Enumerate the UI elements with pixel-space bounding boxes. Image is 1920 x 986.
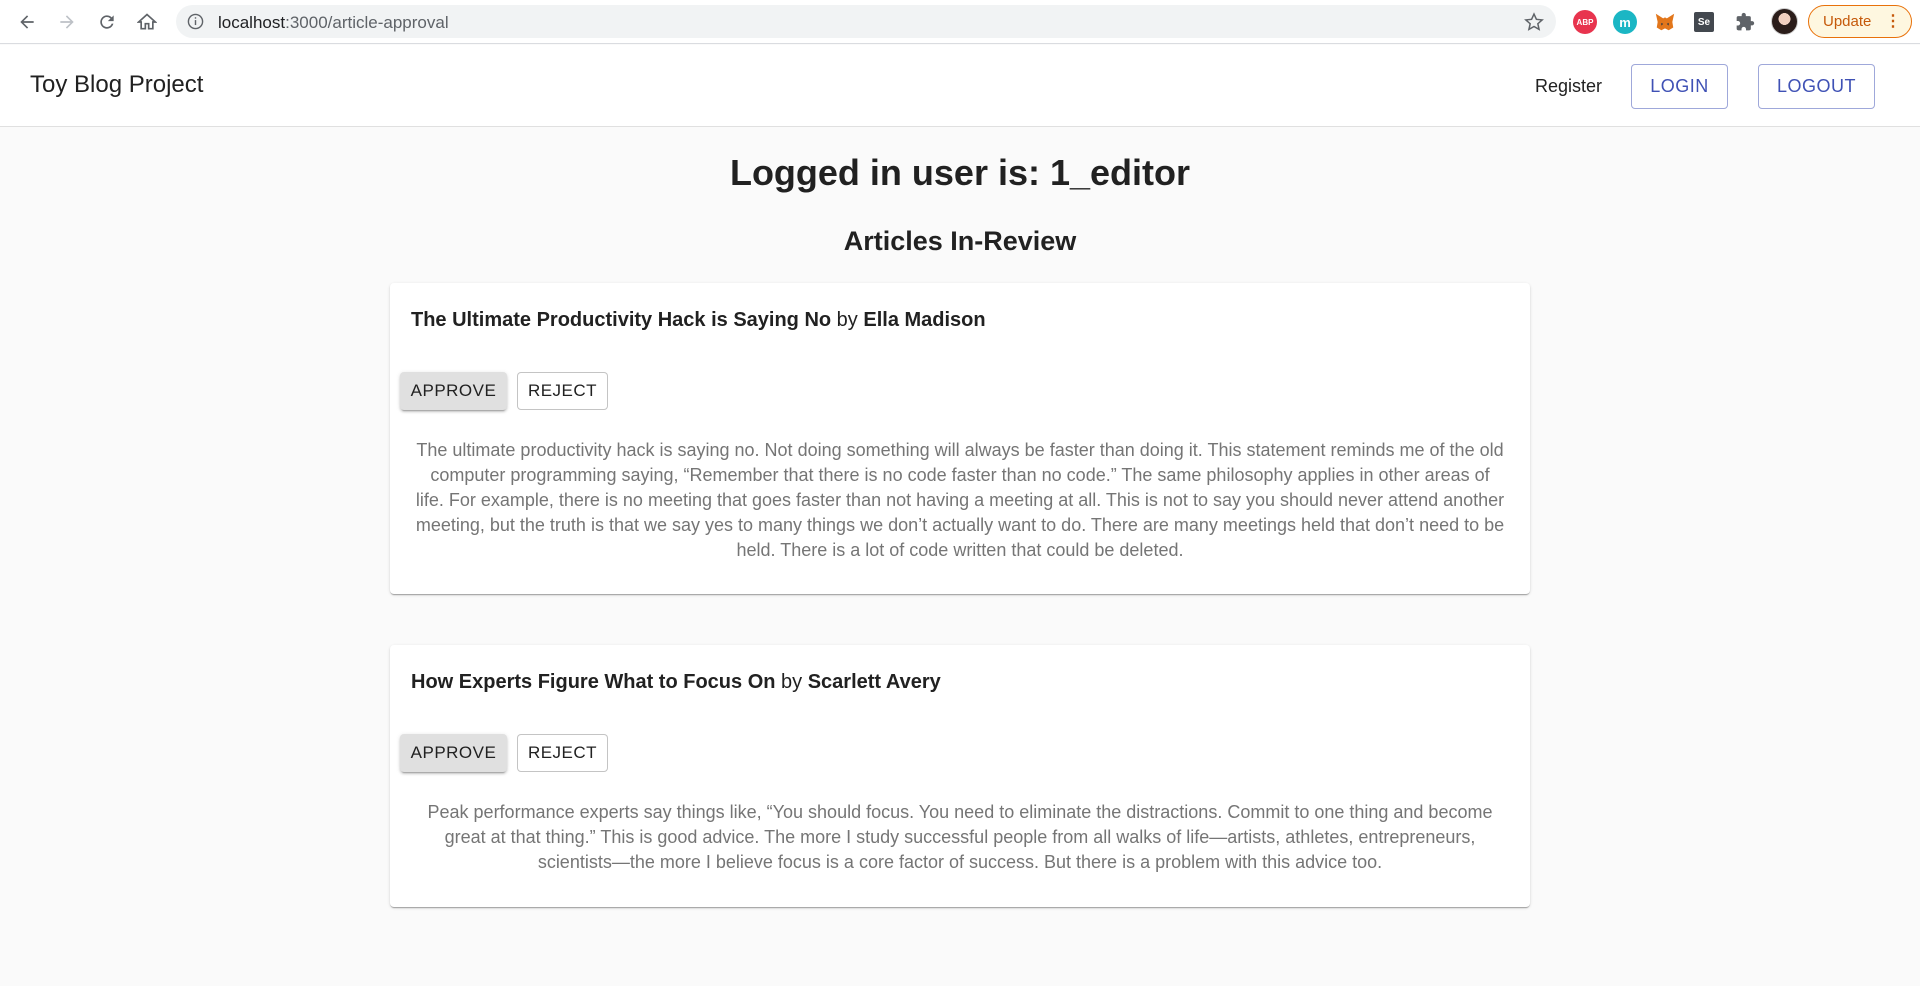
update-label: Update [1823,13,1872,30]
home-icon[interactable] [133,8,161,36]
approve-button[interactable]: APPROVE [400,372,507,410]
address-bar[interactable]: localhost:3000/article-approval [176,5,1556,38]
app-bar: Toy Blog Project Register LOGIN LOGOUT [0,45,1920,127]
browser-toolbar: localhost:3000/article-approval ABP m Se… [0,0,1920,44]
update-button[interactable]: Update ⋮ [1808,5,1912,38]
article-title-line: How Experts Figure What to Focus On by S… [411,671,941,694]
url-host: localhost [218,13,286,32]
selenium-icon-text: Se [1697,16,1711,28]
section-heading: Articles In-Review [843,226,1077,256]
url-path: :3000/article-approval [285,13,449,32]
reject-button[interactable]: REJECT [517,372,608,410]
back-icon[interactable] [13,8,41,36]
logout-button[interactable]: LOGOUT [1758,64,1875,109]
info-icon[interactable] [187,13,204,30]
article-body: Peak performance experts say things like… [427,802,1493,872]
article-title: The Ultimate Productivity Hack is Saying… [411,309,832,331]
reject-button[interactable]: REJECT [517,734,608,772]
puzzle-icon[interactable] [1733,10,1757,34]
article-card: How Experts Figure What to Focus On by S… [390,645,1530,907]
by-text: by [781,671,803,693]
abp-icon-text: ABP [1576,17,1594,27]
register-link[interactable]: Register [1535,76,1602,97]
login-button[interactable]: LOGIN [1631,64,1728,109]
selenium-icon[interactable]: Se [1694,12,1714,32]
reload-icon[interactable] [93,8,121,36]
article-title: How Experts Figure What to Focus On [411,671,776,693]
approve-button[interactable]: APPROVE [400,734,507,772]
url-text[interactable]: localhost:3000/article-approval [218,13,449,33]
profile-avatar[interactable] [1771,8,1798,35]
m-icon[interactable]: m [1613,10,1637,34]
article-author: Scarlett Avery [807,671,941,693]
article-author: Ella Madison [863,309,986,331]
kebab-menu-icon[interactable]: ⋮ [1885,12,1901,32]
app-title[interactable]: Toy Blog Project [30,71,203,99]
m-icon-text: m [1619,14,1631,30]
article-body: The ultimate productivity hack is saying… [415,440,1505,560]
metamask-icon[interactable] [1653,10,1677,34]
forward-icon[interactable] [53,8,81,36]
by-text: by [836,309,858,331]
abp-icon[interactable]: ABP [1573,10,1597,34]
bookmark-star-icon[interactable] [1524,12,1544,32]
article-card: The Ultimate Productivity Hack is Saying… [390,283,1530,594]
logged-in-user-heading: Logged in user is: 1_editor [729,152,1191,193]
article-title-line: The Ultimate Productivity Hack is Saying… [411,309,986,332]
